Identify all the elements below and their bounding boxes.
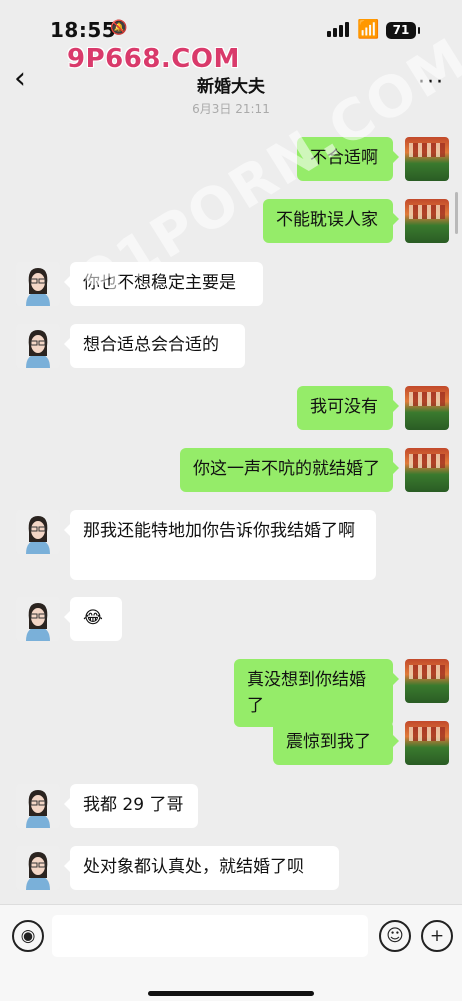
voice-icon[interactable]: ◉: [12, 920, 44, 952]
bell-muted-icon: 🔕: [110, 20, 128, 36]
wifi-icon: 📶: [357, 19, 380, 40]
sent-message-bubble[interactable]: 震惊到我了: [273, 721, 399, 765]
received-message-bubble[interactable]: 我都 29 了哥: [64, 784, 198, 828]
contact-avatar[interactable]: [16, 510, 60, 554]
my-avatar[interactable]: [405, 386, 449, 430]
contact-avatar[interactable]: [16, 846, 60, 890]
cellular-signal-icon: [327, 21, 351, 37]
sent-message-bubble[interactable]: 不能耽误人家: [263, 199, 399, 243]
message-timestamp: 6月3日 21:11: [192, 102, 270, 116]
contact-avatar[interactable]: [16, 597, 60, 641]
sent-message-bubble[interactable]: 不合适啊: [297, 137, 399, 181]
contact-avatar[interactable]: [16, 324, 60, 368]
home-indicator: [148, 991, 314, 996]
message-input[interactable]: [52, 915, 368, 957]
battery-indicator: 71: [386, 22, 420, 39]
my-avatar[interactable]: [405, 137, 449, 181]
more-icon[interactable]: ···: [418, 70, 445, 95]
sent-message-bubble[interactable]: 真没想到你结婚了: [234, 659, 399, 727]
received-message-bubble[interactable]: 😂: [64, 597, 122, 641]
scroll-indicator[interactable]: [455, 192, 458, 234]
watermark-top: 9P668.COM: [67, 44, 240, 74]
my-avatar[interactable]: [405, 721, 449, 765]
sent-message-bubble[interactable]: 你这一声不吭的就结婚了: [180, 448, 399, 492]
contact-avatar[interactable]: [16, 262, 60, 306]
sent-message-bubble[interactable]: 我可没有: [297, 386, 399, 430]
contact-avatar[interactable]: [16, 784, 60, 828]
my-avatar[interactable]: [405, 448, 449, 492]
my-avatar[interactable]: [405, 199, 449, 243]
status-time: 18:55: [50, 18, 117, 42]
received-message-bubble[interactable]: 你也不想稳定主要是: [64, 262, 263, 306]
emoji-icon[interactable]: ☺: [379, 920, 411, 952]
input-bar: ◉ ☺ +: [0, 904, 462, 1001]
my-avatar[interactable]: [405, 659, 449, 703]
received-message-bubble[interactable]: 那我还能特地加你告诉你我结婚了啊: [64, 510, 376, 580]
received-message-bubble[interactable]: 想合适总会合适的: [64, 324, 245, 368]
plus-icon[interactable]: +: [421, 920, 453, 952]
received-message-bubble[interactable]: 处对象都认真处，就结婚了呗: [64, 846, 339, 890]
chat-title: 新婚大夫: [197, 77, 265, 97]
